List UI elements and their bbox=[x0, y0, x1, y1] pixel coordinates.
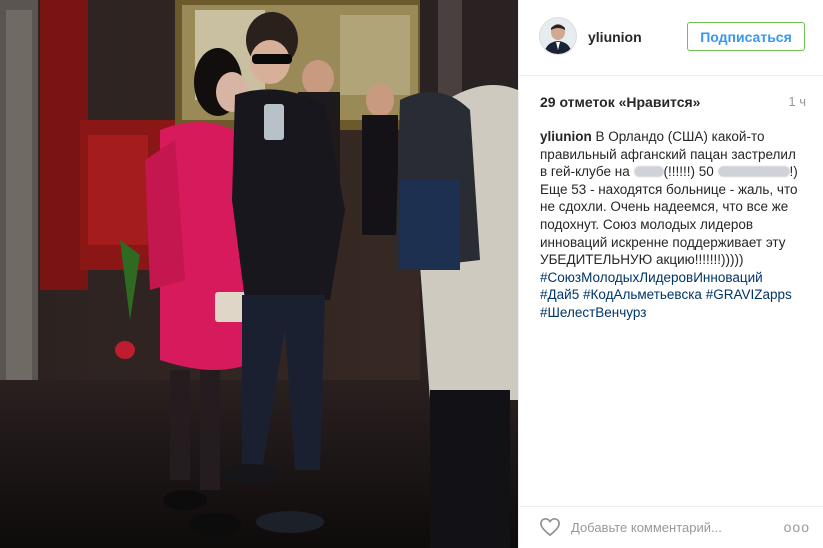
caption-line-3c: !) bbox=[789, 164, 798, 180]
post-sidebar: yliunion Подписаться 29 отметок «Нравитс… bbox=[518, 0, 823, 548]
caption-line-6: подохнут. Союз молодых лидеров bbox=[540, 216, 754, 232]
redacted-text bbox=[717, 166, 790, 178]
post-caption: yliunion В Орландо (США) какой-то правил… bbox=[540, 128, 810, 322]
follow-button[interactable]: Подписаться bbox=[687, 22, 805, 51]
caption-line-2: правильный афганский пацан застрелил bbox=[540, 146, 796, 162]
caption-line-4: Еще 53 - находятся больнице - жаль, что bbox=[540, 181, 798, 197]
caption-line-3b: (!!!!!!) 50 bbox=[663, 164, 718, 180]
hashtag-link[interactable]: #Дай5 bbox=[540, 287, 579, 302]
hashtag-link[interactable]: #СоюзМолодыхЛидеровИнноваций bbox=[540, 270, 763, 285]
post: yliunion Подписаться 29 отметок «Нравитс… bbox=[0, 0, 823, 548]
hashtag-link[interactable]: #ШелестВенчурз bbox=[540, 305, 646, 320]
post-photo[interactable] bbox=[0, 0, 518, 548]
likes-count[interactable]: 29 отметок «Нравится» bbox=[540, 94, 700, 110]
post-time[interactable]: 1 ч bbox=[788, 94, 806, 109]
hashtag-link[interactable]: #КодАльметьевска bbox=[583, 287, 702, 302]
caption-line-7: инноваций искренне поддерживает эту bbox=[540, 234, 786, 250]
avatar[interactable] bbox=[539, 17, 577, 55]
hashtag-link[interactable]: #GRAVIZapps bbox=[706, 287, 792, 302]
redacted-text bbox=[633, 166, 664, 178]
photo-image bbox=[0, 0, 518, 548]
more-options-icon[interactable]: ooo bbox=[784, 519, 810, 535]
heart-icon[interactable] bbox=[539, 517, 561, 537]
avatar-image bbox=[540, 18, 576, 54]
caption-line-8: УБЕДИТЕЛЬНУЮ акцию!!!!!!!))))) bbox=[540, 252, 744, 268]
username-link[interactable]: yliunion bbox=[588, 29, 642, 45]
comment-input[interactable] bbox=[571, 518, 771, 536]
caption-line-5: не сдохли. Очень надеемся, что все же bbox=[540, 199, 789, 215]
caption-line-1: В Орландо (США) какой-то bbox=[591, 129, 765, 144]
comment-bar: ooo bbox=[519, 506, 823, 548]
caption-line-3a: в гей-клубе на bbox=[540, 164, 634, 180]
caption-username[interactable]: yliunion bbox=[540, 129, 592, 144]
post-header: yliunion Подписаться bbox=[519, 0, 823, 76]
